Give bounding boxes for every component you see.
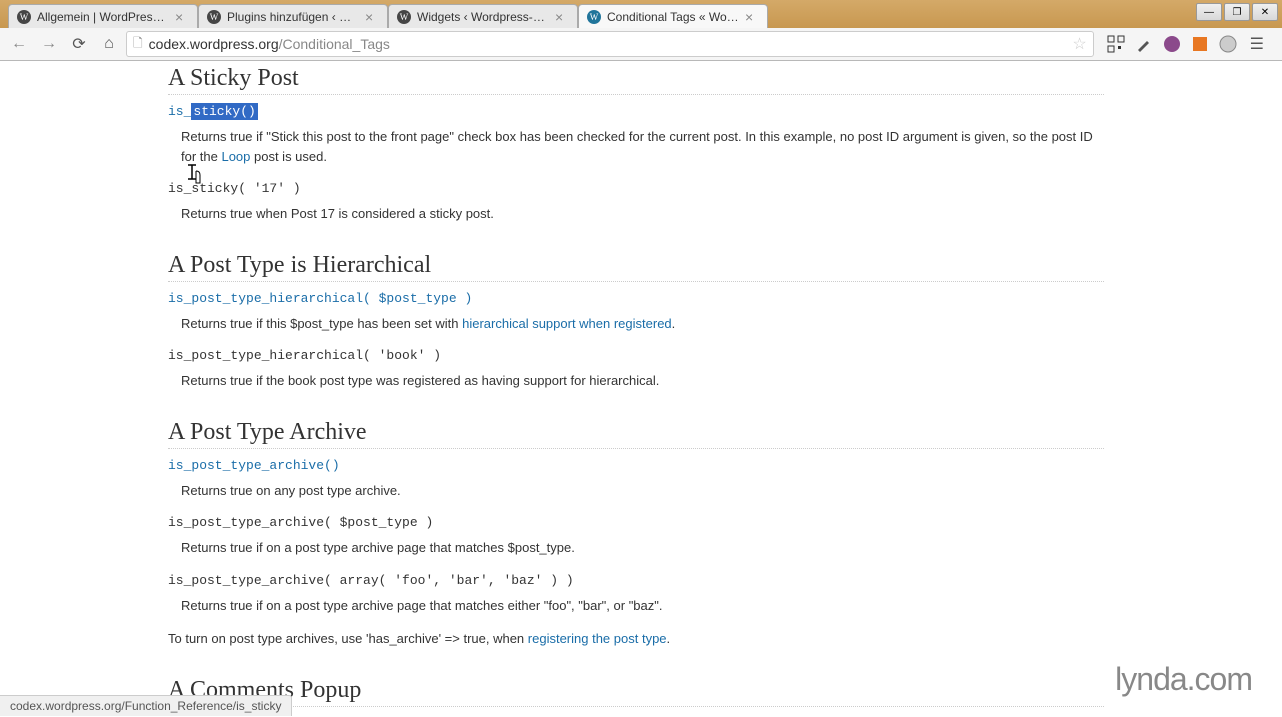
- svg-text:W: W: [210, 12, 219, 22]
- heading-comments-popup: A Comments Popup: [168, 677, 1104, 707]
- forward-button[interactable]: →: [36, 31, 62, 57]
- para-has-archive: To turn on post type archives, use 'has_…: [168, 629, 1104, 649]
- tab-favicon-1: W: [207, 10, 221, 24]
- code-archive-posttype: is_post_type_archive( $post_type ): [168, 515, 433, 530]
- tab-0[interactable]: W Allgemein | WordPress-Ti ×: [8, 4, 198, 28]
- tab-title-1: Plugins hinzufügen ‹ Wor: [227, 10, 359, 24]
- back-button[interactable]: ←: [6, 31, 32, 57]
- ext-icon-eyedropper[interactable]: [1134, 34, 1154, 54]
- code-hierarchical-book: is_post_type_hierarchical( 'book' ): [168, 348, 441, 363]
- svg-text:W: W: [20, 12, 29, 22]
- desc-is-sticky: Returns true if "Stick this post to the …: [181, 127, 1104, 166]
- desc-archive: Returns true on any post type archive.: [181, 481, 1104, 501]
- window-controls: — ❐ ✕: [1196, 3, 1278, 21]
- menu-icon[interactable]: ☰: [1246, 34, 1268, 54]
- tab-3-active[interactable]: W Conditional Tags « WordP ×: [578, 4, 768, 28]
- close-icon[interactable]: ×: [175, 10, 189, 24]
- url-text: codex.wordpress.org/Conditional_Tags: [149, 36, 1067, 52]
- close-window-button[interactable]: ✕: [1252, 3, 1278, 21]
- link-registering-post-type[interactable]: registering the post type: [528, 631, 667, 646]
- page-content: A Sticky Post is_sticky() Returns true i…: [168, 65, 1104, 717]
- tab-2[interactable]: W Widgets ‹ Wordpress-Tipp ×: [388, 4, 578, 28]
- status-bar: codex.wordpress.org/Function_Reference/i…: [0, 695, 292, 716]
- desc-archive-posttype: Returns true if on a post type archive p…: [181, 538, 1104, 558]
- tab-bar: W Allgemein | WordPress-Ti × W Plugins h…: [0, 0, 1282, 28]
- content-area[interactable]: A Sticky Post is_sticky() Returns true i…: [0, 61, 1282, 717]
- code-is-post-type-archive[interactable]: is_post_type_archive(): [168, 458, 340, 473]
- svg-text:W: W: [590, 12, 599, 22]
- home-button[interactable]: ⌂: [96, 31, 122, 57]
- heading-archive: A Post Type Archive: [168, 419, 1104, 449]
- link-hierarchical-support[interactable]: hierarchical support when registered: [462, 316, 672, 331]
- extension-icons: ☰: [1098, 34, 1276, 54]
- browser-chrome: W Allgemein | WordPress-Ti × W Plugins h…: [0, 0, 1282, 61]
- code-is-post-type-hierarchical[interactable]: is_post_type_hierarchical( $post_type ): [168, 291, 472, 306]
- ext-icon-globe[interactable]: [1218, 34, 1238, 54]
- svg-text:W: W: [400, 12, 409, 22]
- desc-archive-array: Returns true if on a post type archive p…: [181, 596, 1104, 616]
- ext-icon-square[interactable]: [1190, 34, 1210, 54]
- url-bar[interactable]: 🗋 codex.wordpress.org/Conditional_Tags ☆: [126, 31, 1094, 57]
- code-is-sticky[interactable]: is_sticky(): [168, 103, 258, 120]
- reload-button[interactable]: ⟳: [66, 31, 92, 57]
- heading-hierarchical: A Post Type is Hierarchical: [168, 252, 1104, 282]
- ext-icon-circle[interactable]: [1162, 34, 1182, 54]
- tab-title-3: Conditional Tags « WordP: [607, 10, 739, 24]
- heading-sticky-post: A Sticky Post: [168, 65, 1104, 95]
- code-is-sticky-17: is_sticky( '17' ): [168, 181, 301, 196]
- desc-hierarchical: Returns true if this $post_type has been…: [181, 314, 1104, 334]
- bookmark-star-icon[interactable]: ☆: [1072, 34, 1086, 54]
- ext-icon-qr[interactable]: [1106, 34, 1126, 54]
- watermark: lynda.com: [1115, 661, 1252, 698]
- close-icon[interactable]: ×: [365, 10, 379, 24]
- minimize-button[interactable]: —: [1196, 3, 1222, 21]
- tab-title-0: Allgemein | WordPress-Ti: [37, 10, 169, 24]
- code-archive-array: is_post_type_archive( array( 'foo', 'bar…: [168, 573, 574, 588]
- tab-favicon-2: W: [397, 10, 411, 24]
- page-icon: 🗋: [133, 34, 143, 55]
- toolbar: ← → ⟳ ⌂ 🗋 codex.wordpress.org/Conditiona…: [0, 28, 1282, 60]
- close-icon[interactable]: ×: [555, 10, 569, 24]
- tab-1[interactable]: W Plugins hinzufügen ‹ Wor ×: [198, 4, 388, 28]
- desc-is-sticky-17: Returns true when Post 17 is considered …: [181, 204, 1104, 224]
- desc-hierarchical-book: Returns true if the book post type was r…: [181, 371, 1104, 391]
- tab-favicon-0: W: [17, 10, 31, 24]
- tab-favicon-3: W: [587, 10, 601, 24]
- tab-title-2: Widgets ‹ Wordpress-Tipp: [417, 10, 549, 24]
- link-loop[interactable]: Loop: [221, 149, 250, 164]
- close-icon[interactable]: ×: [745, 10, 759, 24]
- maximize-button[interactable]: ❐: [1224, 3, 1250, 21]
